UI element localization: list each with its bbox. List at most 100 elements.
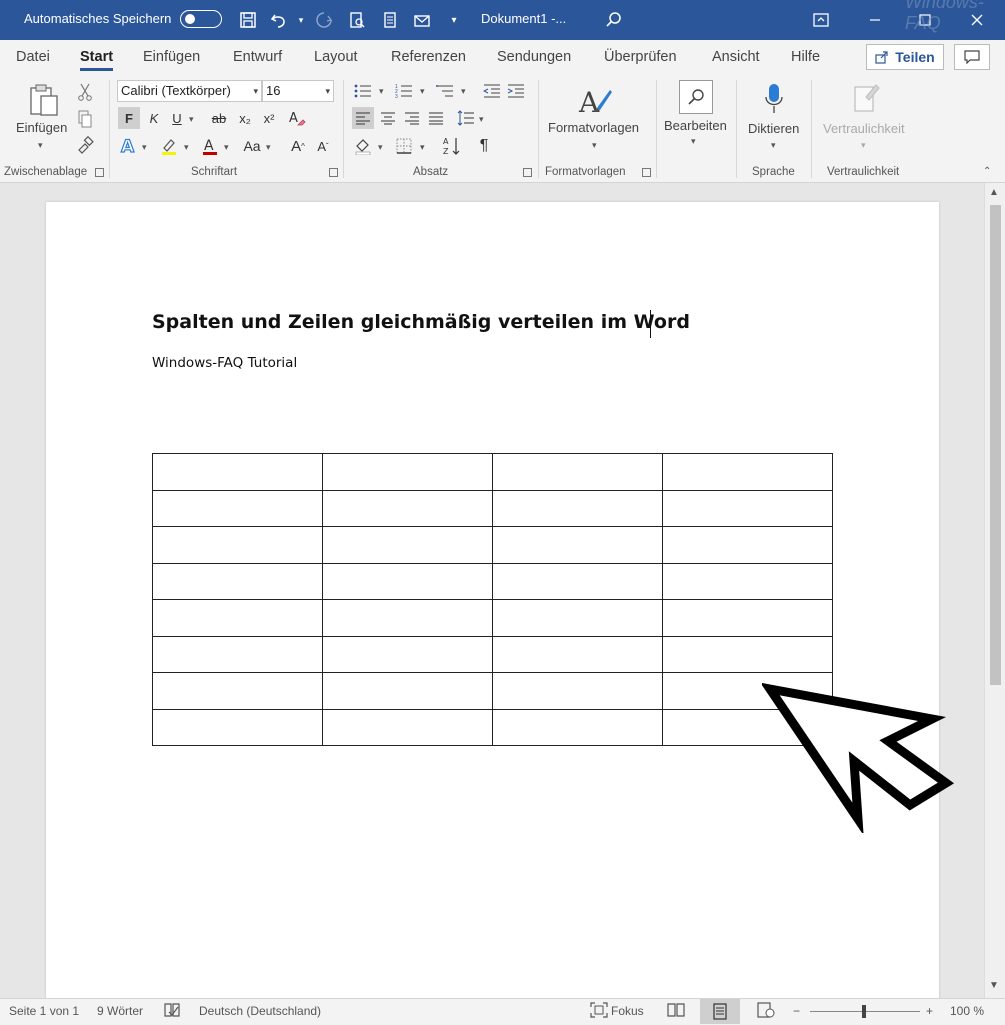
redo-icon[interactable]	[313, 9, 335, 31]
align-left-icon[interactable]	[352, 107, 374, 129]
paste-label[interactable]: Einfügen	[16, 120, 67, 135]
table-cell[interactable]	[322, 453, 493, 491]
superscript-button[interactable]: x²	[258, 107, 280, 129]
styles-label[interactable]: Formatvorlagen	[548, 120, 639, 135]
table-cell[interactable]	[492, 635, 663, 673]
table-cell[interactable]	[322, 672, 493, 710]
tab-ueberpruefen[interactable]: Überprüfen	[604, 49, 677, 65]
customize-quick-access-icon[interactable]: ▾	[443, 9, 465, 31]
document-subtitle[interactable]: Windows-FAQ Tutorial	[152, 355, 297, 371]
word-count[interactable]: 9 Wörter	[97, 1004, 143, 1018]
underline-dropdown-icon[interactable]: ▾	[189, 114, 194, 125]
sort-icon[interactable]: AZ	[441, 135, 463, 157]
microphone-icon[interactable]	[762, 82, 786, 116]
comments-button[interactable]	[954, 44, 990, 70]
read-mode-icon[interactable]	[667, 1002, 685, 1021]
paste-dropdown-icon[interactable]: ▾	[38, 140, 43, 151]
zoom-out-button[interactable]: −	[793, 1004, 800, 1018]
numbering-dropdown-icon[interactable]: ▾	[420, 86, 425, 97]
editing-dropdown-icon[interactable]: ▾	[691, 136, 696, 147]
undo-dropdown-icon[interactable]: ▾	[290, 9, 312, 31]
web-layout-icon[interactable]	[757, 1002, 775, 1021]
language-status[interactable]: Deutsch (Deutschland)	[199, 1004, 321, 1018]
tab-datei[interactable]: Datei	[16, 49, 50, 65]
zoom-slider-thumb[interactable]	[862, 1005, 866, 1018]
find-icon[interactable]	[679, 80, 713, 114]
paragraph-launcher-icon[interactable]	[523, 168, 532, 177]
table-cell[interactable]	[152, 599, 323, 637]
tab-einfuegen[interactable]: Einfügen	[143, 49, 200, 65]
table-cell[interactable]	[322, 489, 493, 527]
copy-icon[interactable]	[74, 108, 96, 130]
table-cell[interactable]	[662, 453, 833, 491]
table-cell[interactable]	[322, 562, 493, 600]
vertical-scrollbar[interactable]: ▲ ▼	[984, 183, 1005, 998]
underline-button[interactable]: U	[166, 107, 188, 129]
line-spacing-icon[interactable]	[455, 107, 477, 129]
bullets-dropdown-icon[interactable]: ▾	[379, 86, 384, 97]
tab-referenzen[interactable]: Referenzen	[391, 49, 466, 65]
styles-launcher-icon[interactable]	[642, 168, 651, 177]
autosave-toggle[interactable]	[180, 10, 222, 28]
focus-icon[interactable]	[590, 1002, 608, 1021]
shading-dropdown-icon[interactable]: ▾	[378, 142, 383, 153]
italic-button[interactable]: K	[143, 107, 165, 129]
borders-dropdown-icon[interactable]: ▾	[420, 142, 425, 153]
table-cell[interactable]	[492, 453, 663, 491]
undo-icon[interactable]	[268, 9, 290, 31]
clipboard-launcher-icon[interactable]	[95, 168, 104, 177]
save-icon[interactable]	[237, 9, 259, 31]
table-cell[interactable]	[152, 489, 323, 527]
ribbon-display-options-icon[interactable]	[798, 6, 844, 34]
table-cell[interactable]	[492, 599, 663, 637]
table-cell[interactable]	[152, 672, 323, 710]
pilcrow-icon[interactable]: ¶	[473, 135, 495, 157]
paste-icon[interactable]	[27, 82, 61, 118]
change-case-dropdown-icon[interactable]: ▾	[266, 142, 271, 153]
table-cell[interactable]	[322, 635, 493, 673]
table-cell[interactable]	[662, 562, 833, 600]
zoom-in-button[interactable]: +	[926, 1004, 933, 1018]
scroll-thumb[interactable]	[990, 205, 1001, 685]
shrink-font-icon[interactable]: Aˇ	[312, 135, 334, 157]
table-cell[interactable]	[322, 708, 493, 746]
bold-button[interactable]: F	[118, 107, 140, 129]
highlight-dropdown-icon[interactable]: ▾	[184, 142, 189, 153]
align-right-icon[interactable]	[401, 107, 423, 129]
table-cell[interactable]	[662, 489, 833, 527]
font-color-icon[interactable]: A	[199, 135, 221, 157]
font-size-combo[interactable]: 16 ▾	[262, 80, 334, 102]
table-cell[interactable]	[492, 672, 663, 710]
table-cell[interactable]	[152, 453, 323, 491]
table-cell[interactable]	[492, 489, 663, 527]
decrease-indent-icon[interactable]	[481, 80, 503, 102]
tab-ansicht[interactable]: Ansicht	[712, 49, 760, 65]
print-preview-icon[interactable]	[346, 9, 368, 31]
font-launcher-icon[interactable]	[329, 168, 338, 177]
focus-label[interactable]: Fokus	[611, 1004, 644, 1018]
dictate-dropdown-icon[interactable]: ▾	[771, 140, 776, 151]
table-cell[interactable]	[492, 708, 663, 746]
table-cell[interactable]	[662, 635, 833, 673]
table-cell[interactable]	[662, 526, 833, 564]
styles-dropdown-icon[interactable]: ▾	[592, 140, 597, 151]
shading-icon[interactable]	[352, 135, 374, 157]
table-cell[interactable]	[492, 562, 663, 600]
mail-icon[interactable]	[411, 9, 433, 31]
styles-icon[interactable]: A	[576, 82, 614, 118]
table-cell[interactable]	[322, 526, 493, 564]
text-effects-dropdown-icon[interactable]: ▾	[142, 142, 147, 153]
page-count[interactable]: Seite 1 von 1	[9, 1004, 79, 1018]
table-cell[interactable]	[152, 708, 323, 746]
scroll-up-icon[interactable]: ▲	[989, 187, 999, 198]
editing-label[interactable]: Bearbeiten	[664, 118, 727, 133]
minimize-icon[interactable]	[852, 6, 898, 34]
search-icon[interactable]	[603, 9, 625, 31]
change-case-icon[interactable]: Aa	[241, 135, 263, 157]
table-cell[interactable]	[152, 526, 323, 564]
multilevel-list-icon[interactable]	[434, 80, 456, 102]
line-spacing-dropdown-icon[interactable]: ▾	[479, 114, 484, 125]
highlight-icon[interactable]	[158, 135, 180, 157]
table-cell[interactable]	[152, 562, 323, 600]
text-effects-icon[interactable]: A	[118, 135, 140, 157]
